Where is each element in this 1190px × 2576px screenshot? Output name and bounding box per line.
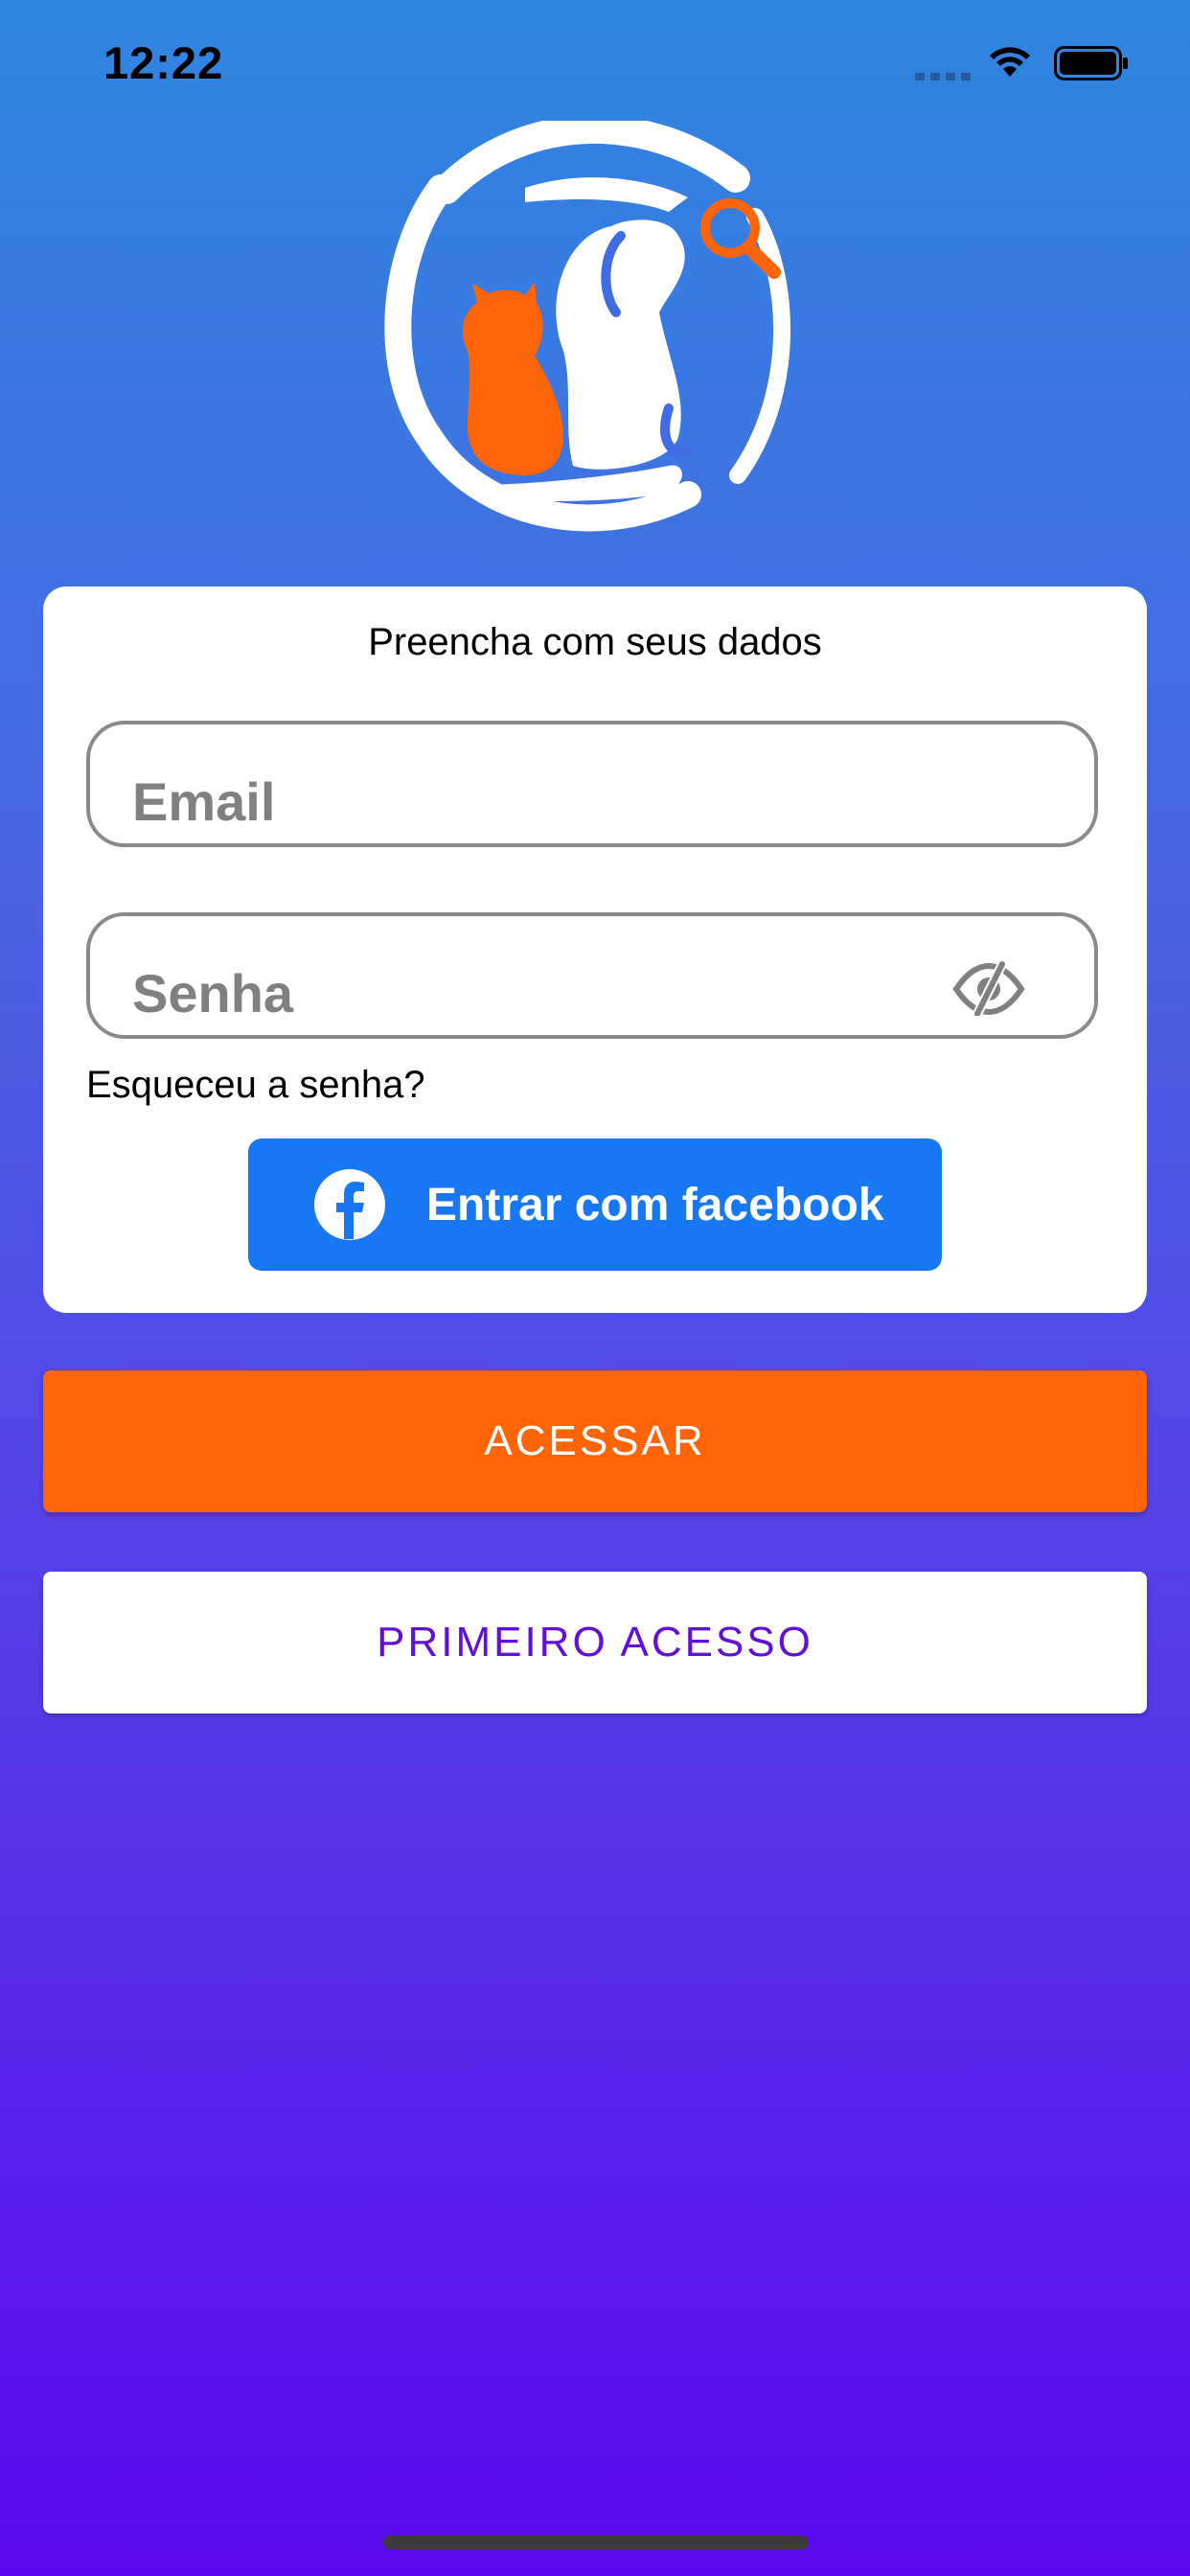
forgot-password-link[interactable]: Esqueceu a senha? bbox=[86, 1064, 425, 1107]
pet-search-logo bbox=[384, 121, 791, 532]
login-card: Preencha com seus dados Esqueceu a senha… bbox=[43, 586, 1147, 1313]
wifi-icon bbox=[990, 47, 1030, 77]
facebook-icon bbox=[314, 1169, 385, 1240]
facebook-login-label: Entrar com facebook bbox=[426, 1179, 884, 1230]
battery-icon bbox=[1054, 46, 1128, 80]
acessar-button[interactable]: ACESSAR bbox=[43, 1370, 1147, 1512]
status-bar: 12:22 bbox=[0, 0, 1190, 134]
eye-slash-icon[interactable] bbox=[952, 960, 1025, 1016]
primeiro-acesso-button[interactable]: PRIMEIRO ACESSO bbox=[43, 1572, 1147, 1714]
password-input[interactable] bbox=[132, 962, 899, 1024]
facebook-login-button[interactable]: Entrar com facebook bbox=[248, 1138, 942, 1271]
password-field[interactable] bbox=[86, 912, 1098, 1039]
email-input[interactable] bbox=[132, 770, 899, 833]
cellular-icon bbox=[915, 73, 971, 80]
status-time: 12:22 bbox=[103, 37, 224, 88]
email-field[interactable] bbox=[86, 721, 1098, 847]
login-card-title: Preencha com seus dados bbox=[368, 621, 822, 663]
home-indicator bbox=[383, 2536, 809, 2549]
